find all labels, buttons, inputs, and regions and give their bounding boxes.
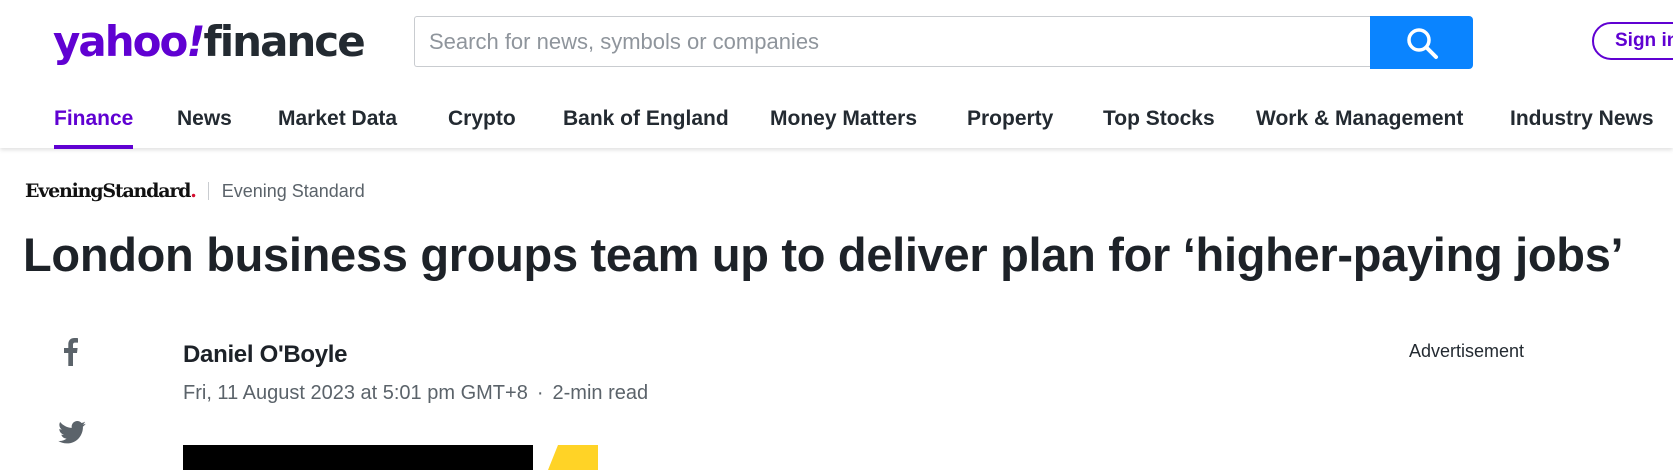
article-byline: Fri, 11 August 2023 at 5:01 pm GMT+8 · 2-m… (183, 382, 648, 405)
site-header: yahoo!finance Search for news, symbols o… (0, 0, 1673, 149)
nav-work-management[interactable]: Work & Management (1256, 107, 1463, 145)
source-logo-dot: . (190, 180, 197, 202)
twitter-icon (58, 421, 86, 444)
publish-date: Fri, 11 August 2023 at 5:01 pm GMT+8 (183, 382, 528, 404)
twitter-share-button[interactable] (58, 421, 86, 449)
evening-standard-logo[interactable]: EveningStandard. (25, 180, 197, 202)
article-source: EveningStandard. Evening Standard (25, 180, 365, 202)
source-logo-text: EveningStandard (25, 180, 191, 202)
logo-finance-text: finance (203, 17, 366, 66)
nav-crypto[interactable]: Crypto (448, 107, 516, 145)
yahoo-finance-logo[interactable]: yahoo!finance (53, 14, 366, 70)
nav-money-matters[interactable]: Money Matters (770, 107, 917, 145)
logo-bang-text: ! (186, 17, 205, 66)
facebook-icon (64, 338, 78, 366)
advertisement-label: Advertisement (1409, 341, 1525, 361)
logo-yahoo-text: yahoo (53, 17, 188, 66)
main-nav: Finance News Market Data Crypto Bank of … (0, 100, 1673, 149)
sign-in-button[interactable]: Sign in (1592, 22, 1673, 60)
source-divider (207, 182, 209, 200)
nav-market-data[interactable]: Market Data (278, 107, 397, 145)
search-icon (1406, 27, 1438, 59)
hero-image-yellow-shape (548, 445, 598, 470)
search-placeholder: Search for news, symbols or companies (429, 28, 820, 54)
nav-industry-news[interactable]: Industry News (1510, 107, 1654, 145)
facebook-share-button[interactable] (64, 338, 78, 371)
search-input[interactable]: Search for news, symbols or companies (414, 16, 1370, 67)
nav-news[interactable]: News (177, 107, 232, 145)
nav-property[interactable]: Property (967, 107, 1053, 145)
hero-image (183, 445, 533, 470)
author-name[interactable]: Daniel O'Boyle (183, 341, 348, 369)
read-time: 2-min read (552, 382, 649, 404)
nav-finance[interactable]: Finance (54, 107, 134, 149)
source-name: Evening Standard (221, 180, 365, 201)
byline-separator: · (536, 382, 544, 404)
article-headline: London business groups team up to delive… (23, 228, 1624, 281)
nav-top-stocks[interactable]: Top Stocks (1103, 107, 1215, 145)
nav-bank-of-england[interactable]: Bank of England (563, 107, 729, 145)
search-button[interactable] (1370, 16, 1473, 69)
